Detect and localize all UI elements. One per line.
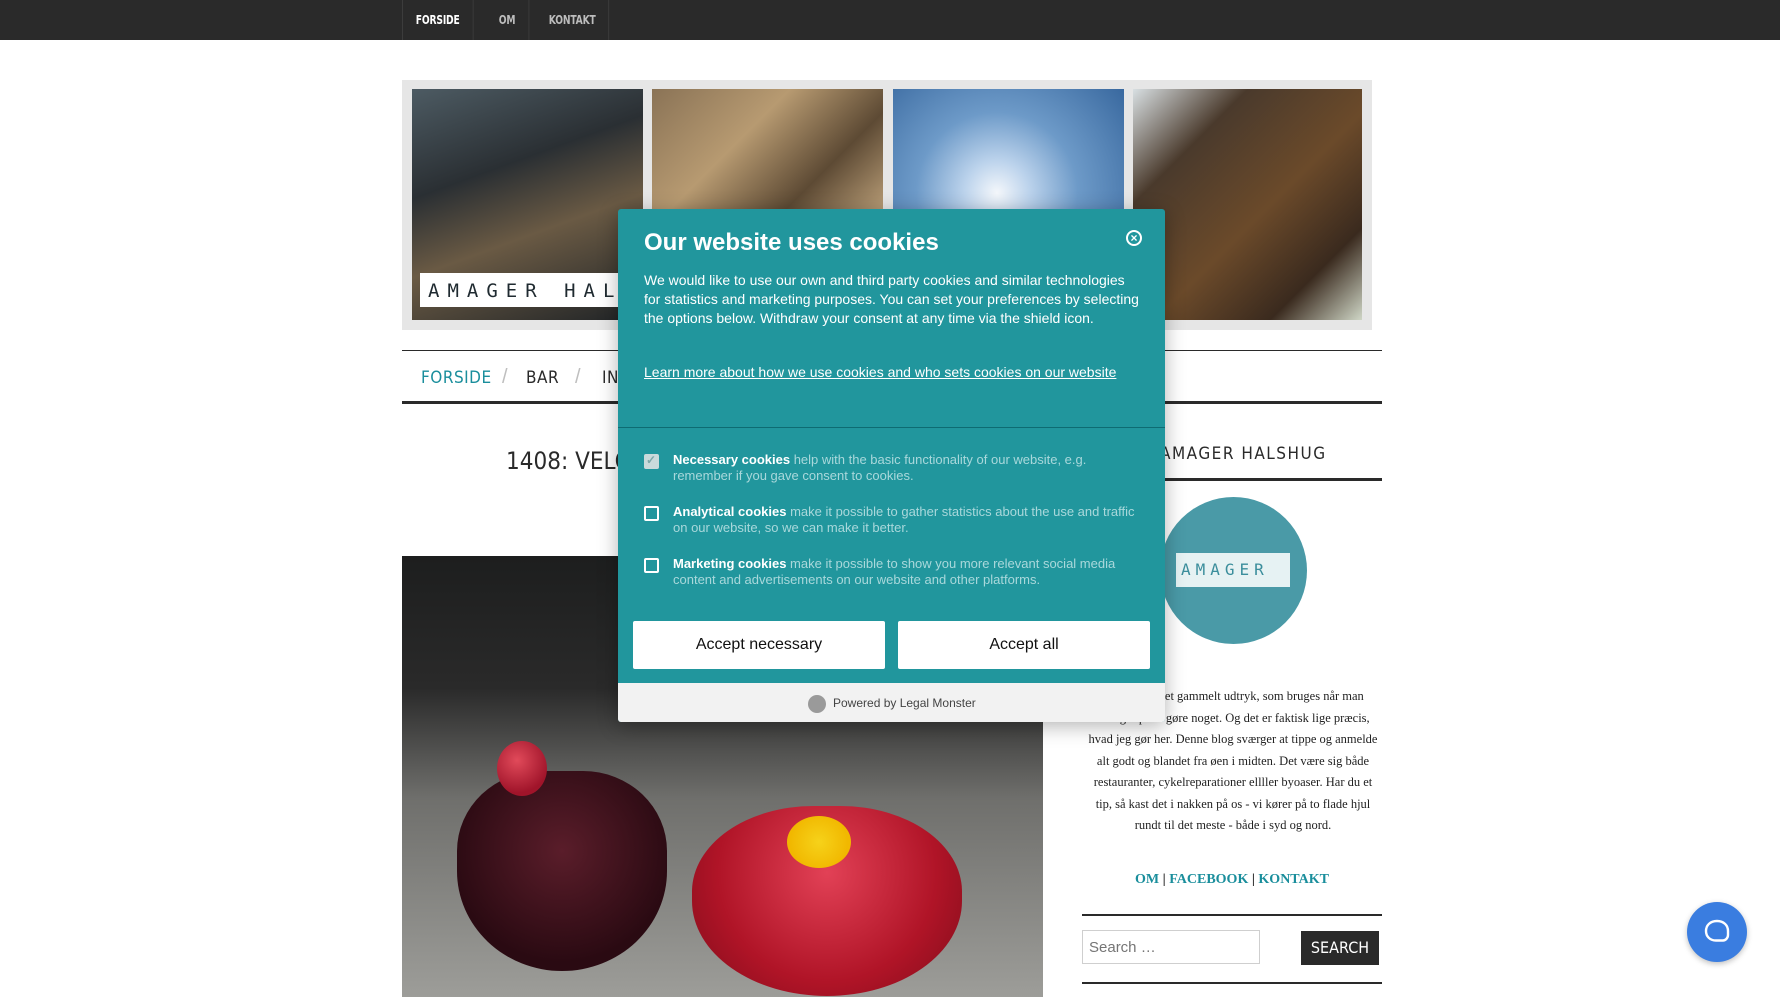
chat-bubble-icon bbox=[1704, 919, 1730, 942]
cherry-garnish bbox=[497, 741, 547, 796]
cookie-footer: Powered by Legal Monster bbox=[618, 683, 1165, 722]
flower-garnish bbox=[787, 816, 851, 868]
search-input[interactable] bbox=[1082, 930, 1260, 964]
chat-launcher-button[interactable] bbox=[1687, 902, 1747, 962]
cookie-learn-more-link[interactable]: Learn more about how we use cookies and … bbox=[644, 363, 1124, 382]
close-circle-icon[interactable]: × bbox=[1126, 230, 1142, 246]
accept-necessary-button[interactable]: Accept necessary bbox=[633, 621, 885, 669]
option-name: Marketing cookies bbox=[673, 556, 787, 571]
sidebar-rule bbox=[1082, 914, 1382, 916]
main-nav-separator: / bbox=[502, 366, 508, 388]
top-menu-om[interactable]: OM bbox=[486, 0, 529, 40]
necessary-option-text: Necessary cookies help with the basic fu… bbox=[673, 452, 1135, 484]
marketing-option-text: Marketing cookies make it possible to sh… bbox=[673, 556, 1135, 588]
cocktail-glass-dark bbox=[457, 771, 667, 971]
sidebar-links: OM | FACEBOOK | KONTAKT bbox=[1082, 872, 1382, 888]
sidebar-link-om[interactable]: OM bbox=[1135, 872, 1159, 887]
avatar-logo-text: AMAGER bbox=[1181, 560, 1269, 579]
sidebar-link-kontakt[interactable]: KONTAKT bbox=[1258, 872, 1329, 887]
main-nav-forside[interactable]: FORSIDE bbox=[421, 368, 492, 388]
sidebar-title: AMAGER HALSHUG bbox=[1160, 444, 1327, 464]
cookie-divider bbox=[618, 427, 1165, 428]
cookie-title: Our website uses cookies bbox=[644, 229, 939, 256]
cookie-consent-dialog: Our website uses cookies × We would like… bbox=[618, 209, 1165, 722]
search-button[interactable]: SEARCH bbox=[1301, 931, 1379, 965]
option-name: Analytical cookies bbox=[673, 504, 787, 519]
site-logo-text: AMAGER HALS bbox=[428, 280, 642, 302]
sidebar-rule bbox=[1082, 982, 1382, 984]
header-image-coffee bbox=[1133, 89, 1362, 320]
main-nav-bar[interactable]: BAR bbox=[526, 368, 559, 388]
analytical-option-text: Analytical cookies make it possible to g… bbox=[673, 504, 1135, 536]
cookie-description: We would like to use our own and third p… bbox=[644, 272, 1139, 326]
top-menu-forside[interactable]: FORSIDE bbox=[403, 0, 474, 40]
main-nav-separator: / bbox=[575, 366, 581, 388]
link-separator: | bbox=[1162, 872, 1166, 887]
necessary-checkbox[interactable] bbox=[644, 453, 659, 469]
top-menu: FORSIDE OM KONTAKT bbox=[402, 0, 622, 40]
top-menu-kontakt[interactable]: KONTAKT bbox=[536, 0, 610, 40]
marketing-checkbox[interactable] bbox=[644, 558, 659, 573]
sidebar-avatar: AMAGER bbox=[1160, 497, 1307, 644]
legal-monster-icon bbox=[808, 695, 826, 713]
accept-all-button[interactable]: Accept all bbox=[898, 621, 1150, 669]
avatar-logo-badge: AMAGER bbox=[1176, 553, 1290, 587]
powered-by-text[interactable]: Powered by Legal Monster bbox=[833, 696, 976, 710]
link-separator: | bbox=[1251, 872, 1255, 887]
option-name: Necessary cookies bbox=[673, 452, 791, 467]
sidebar-link-facebook[interactable]: FACEBOOK bbox=[1169, 872, 1248, 887]
analytical-checkbox[interactable] bbox=[644, 506, 659, 521]
main-nav-item-3[interactable]: IN bbox=[602, 368, 619, 388]
top-nav-bar: FORSIDE OM KONTAKT bbox=[0, 0, 1780, 40]
